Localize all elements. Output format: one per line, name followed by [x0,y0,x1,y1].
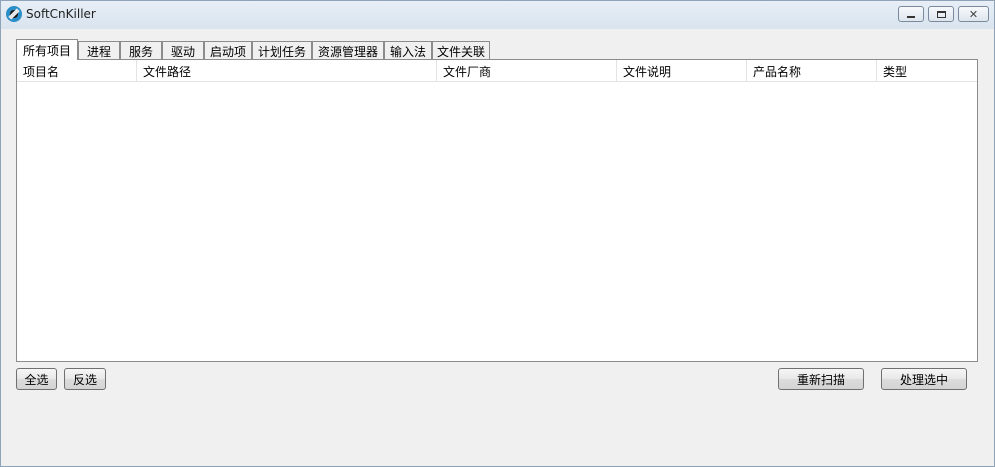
minimize-button[interactable] [898,6,924,22]
tab-services[interactable]: 服务 [120,41,162,60]
minimize-icon [907,16,915,18]
title-bar: SoftCnKiller ✕ [1,1,994,29]
close-icon: ✕ [968,7,979,21]
tab-file-association[interactable]: 文件关联 [432,41,490,60]
column-header-file-path[interactable]: 文件路径 [137,60,437,82]
tab-drivers[interactable]: 驱动 [162,41,204,60]
tab-processes[interactable]: 进程 [78,41,120,60]
maximize-icon [936,10,946,18]
close-button[interactable]: ✕ [958,6,989,22]
select-all-button[interactable]: 全选 [16,368,57,390]
app-logo-icon [6,6,22,22]
process-selected-button[interactable]: 处理选中 [881,368,967,390]
items-list[interactable]: 项目名 文件路径 文件厂商 文件说明 产品名称 类型 [16,59,978,362]
tab-scheduled-tasks[interactable]: 计划任务 [252,41,312,60]
window-title: SoftCnKiller [26,7,96,21]
list-header: 项目名 文件路径 文件厂商 文件说明 产品名称 类型 [17,60,977,82]
tab-input-method[interactable]: 输入法 [384,41,432,60]
column-header-product-name[interactable]: 产品名称 [747,60,877,82]
column-header-file-description[interactable]: 文件说明 [617,60,747,82]
tab-explorer[interactable]: 资源管理器 [312,41,384,60]
invert-selection-button[interactable]: 反选 [64,368,106,390]
rescan-button[interactable]: 重新扫描 [778,368,864,390]
column-header-item-name[interactable]: 项目名 [17,60,137,82]
column-header-file-vendor[interactable]: 文件厂商 [437,60,617,82]
tab-startup[interactable]: 启动项 [204,41,252,60]
maximize-button[interactable] [928,6,954,22]
tab-all-items[interactable]: 所有项目 [16,39,78,60]
main-window: SoftCnKiller ✕ 所有项目 进程 服务 驱动 启动项 计划任务 资源… [0,0,995,467]
column-header-type[interactable]: 类型 [877,60,977,82]
